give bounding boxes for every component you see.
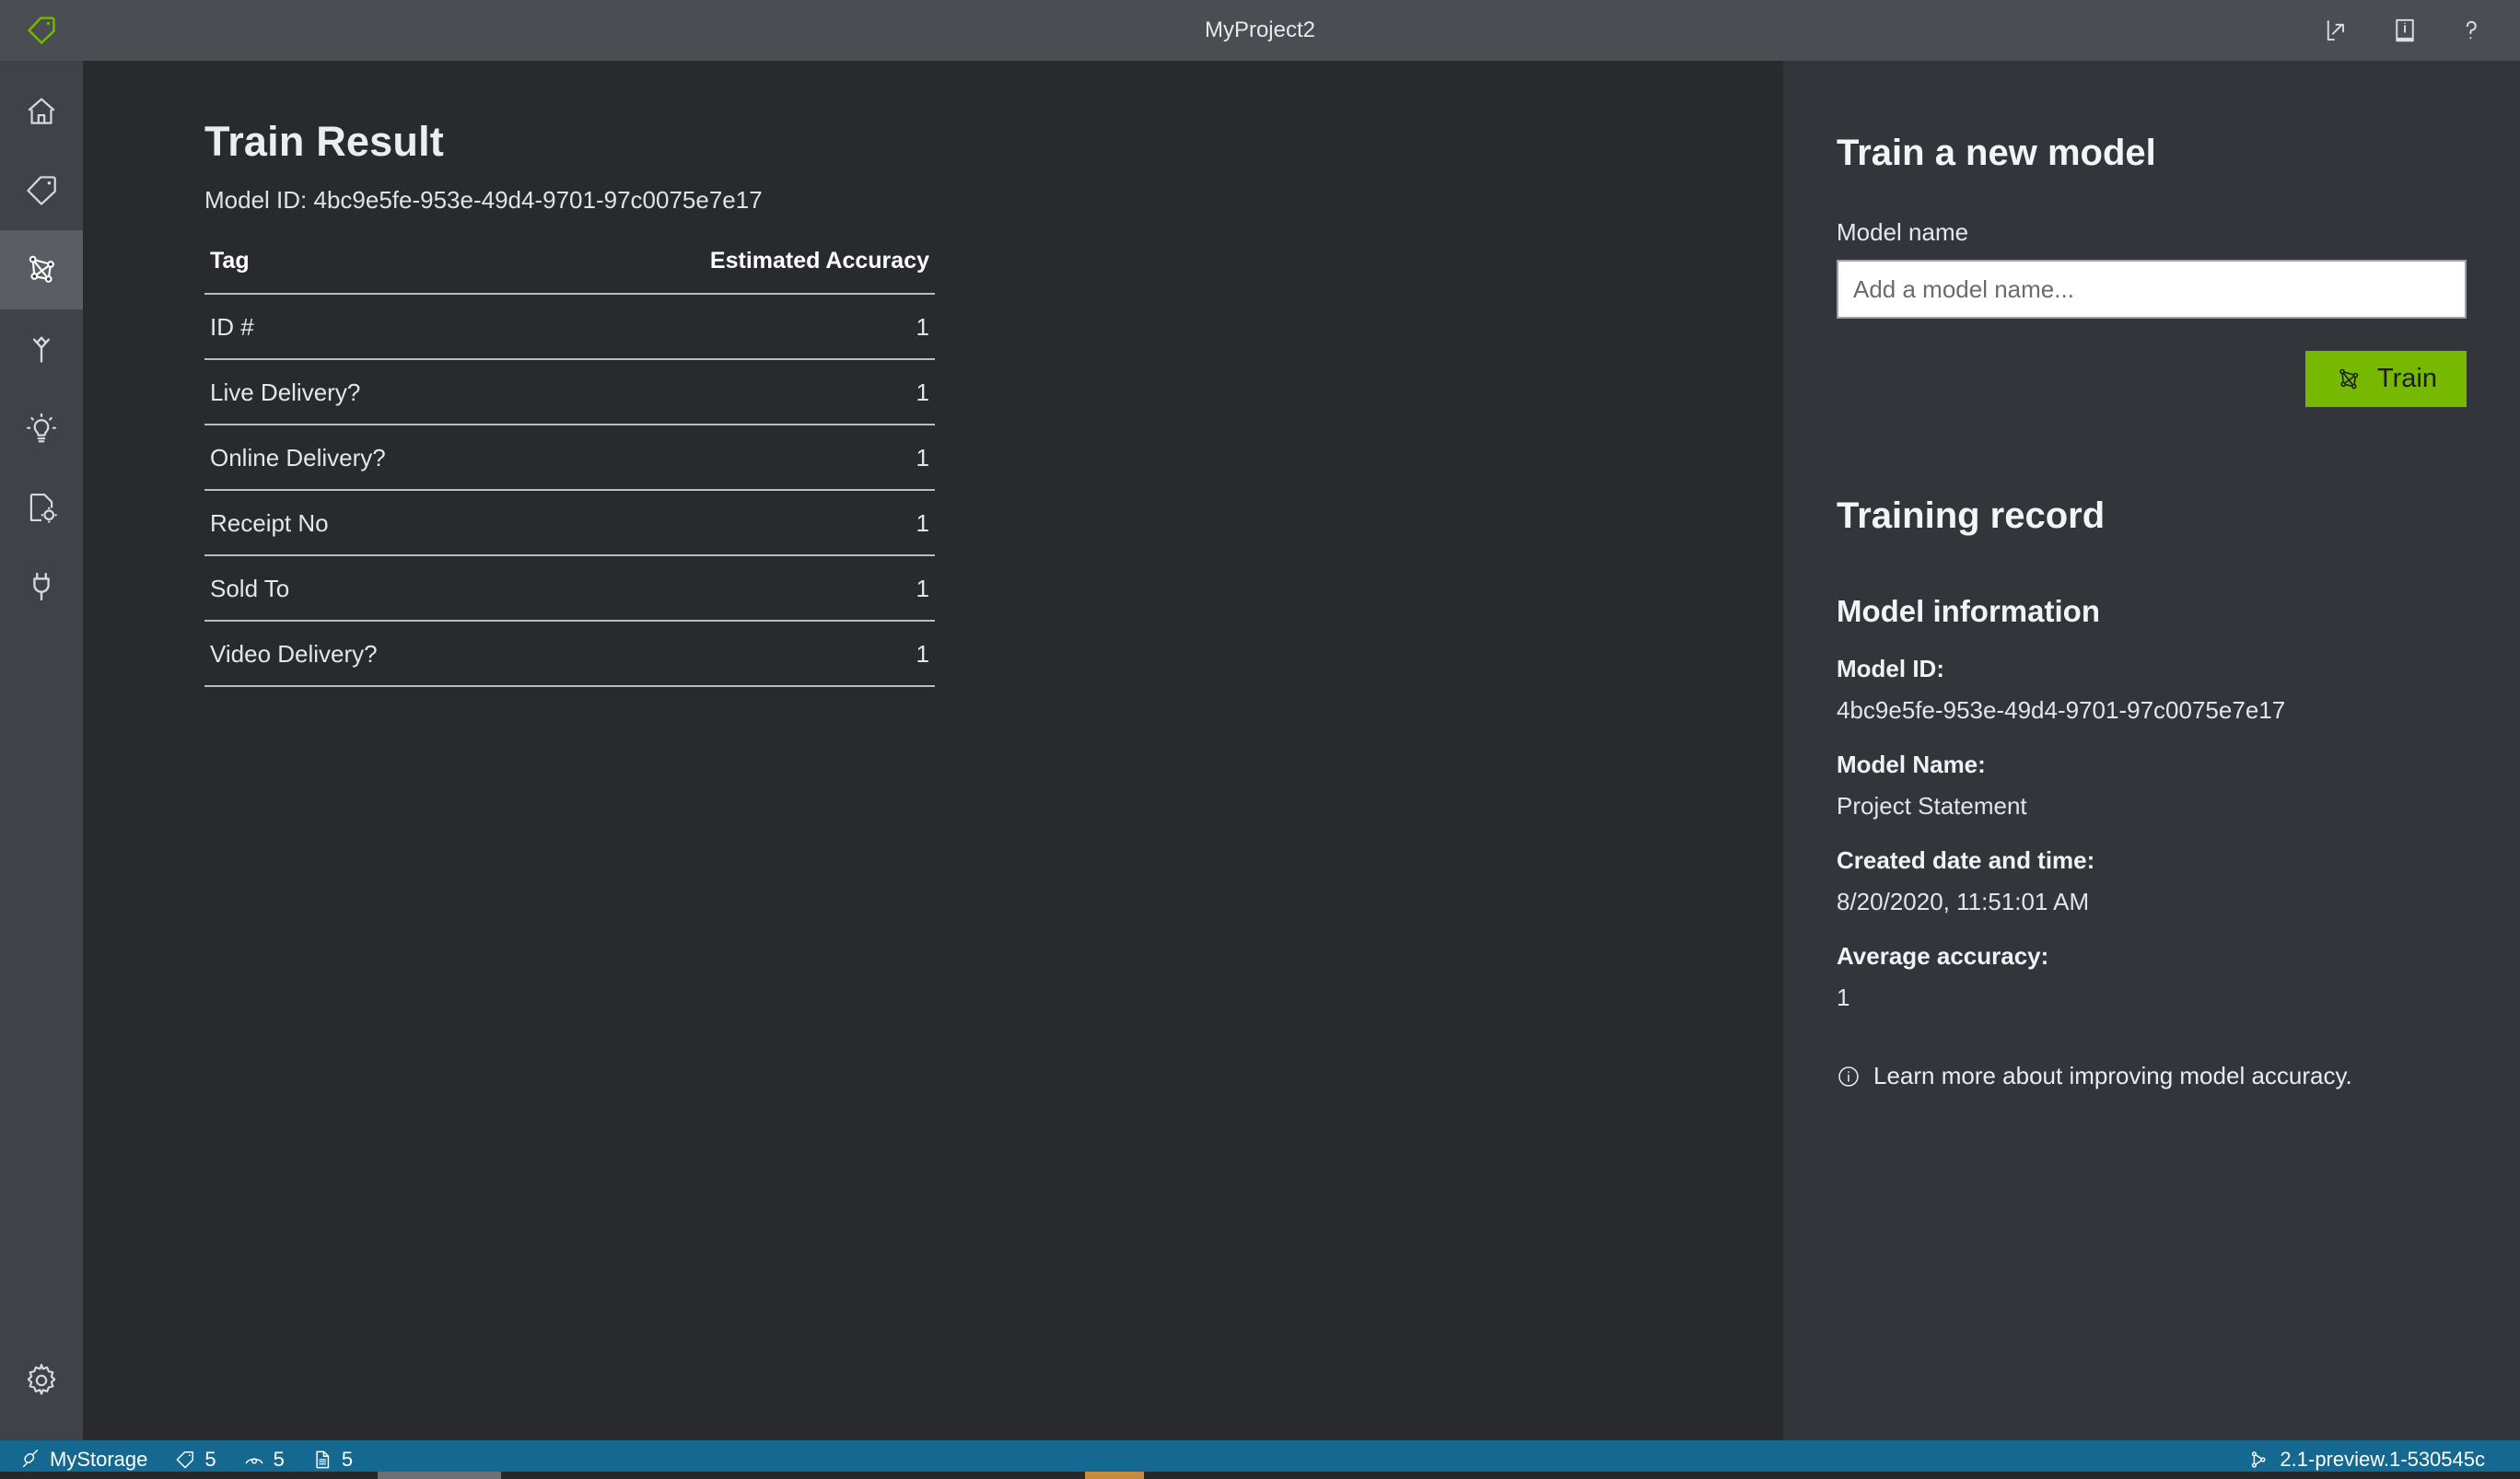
scroll-thumb-center[interactable] <box>1085 1472 1144 1479</box>
title-bar: MyProject2 <box>0 0 2520 61</box>
sidebar-item-home[interactable] <box>0 72 83 151</box>
sidebar-item-model-compose[interactable] <box>0 468 83 547</box>
cell-tag: Live Delivery? <box>204 359 532 425</box>
info-circle-icon <box>1837 1065 1861 1089</box>
status-visited-count-value: 5 <box>273 1448 285 1471</box>
scroll-thumb-left[interactable] <box>378 1472 501 1479</box>
status-version-label: 2.1-preview.1-530545c <box>2280 1448 2485 1471</box>
horizontal-scroll-strip <box>0 1472 2520 1479</box>
sidebar-nav <box>0 61 83 1440</box>
table-header-row: Tag Estimated Accuracy <box>204 248 935 295</box>
info-key-model-name: Model Name: <box>1837 751 1986 778</box>
cell-tag: Video Delivery? <box>204 621 532 687</box>
main-content: Train Result Model ID: 4bc9e5fe-953e-49d… <box>83 61 1783 1440</box>
model-name-label: Model name <box>1837 218 1969 246</box>
info-value-average-accuracy: 1 <box>1837 984 1850 1011</box>
sidebar-item-settings[interactable] <box>0 1341 83 1420</box>
cell-accuracy: 1 <box>531 621 935 687</box>
info-value-created-date: 8/20/2020, 11:51:01 AM <box>1837 888 2090 915</box>
sidebar-item-tag-editor[interactable] <box>0 151 83 230</box>
cell-accuracy: 1 <box>531 490 935 556</box>
train-result-table: Tag Estimated Accuracy ID # 1 Live Deliv… <box>204 248 935 687</box>
cell-accuracy: 1 <box>531 555 935 622</box>
sidebar-item-connections[interactable] <box>0 547 83 626</box>
learn-more-label: Learn more about improving model accurac… <box>1873 1062 2352 1089</box>
table-body: ID # 1 Live Delivery? 1 Online Delivery?… <box>204 294 935 687</box>
titlebar-actions <box>2323 15 2520 46</box>
cell-accuracy: 1 <box>531 359 935 425</box>
table-row: Live Delivery? 1 <box>204 359 935 425</box>
app-window: MyProject2 Train Result Model ID: 4bc9e5… <box>0 0 2520 1479</box>
status-connection[interactable]: MyStorage <box>20 1448 147 1472</box>
table-head: Tag Estimated Accuracy <box>204 248 935 295</box>
sidebar-item-train[interactable] <box>0 230 83 309</box>
cell-tag: Receipt No <box>204 490 532 556</box>
cell-accuracy: 1 <box>531 425 935 491</box>
eye-icon <box>244 1450 264 1470</box>
table-row: Sold To 1 <box>204 555 935 622</box>
page-title: Train Result <box>204 118 444 165</box>
status-tag-count[interactable]: 5 <box>175 1448 216 1472</box>
table-row: Receipt No 1 <box>204 490 935 556</box>
cell-tag: ID # <box>204 294 532 360</box>
info-key-created-date: Created date and time: <box>1837 846 2095 874</box>
plug-icon <box>20 1450 41 1470</box>
tag-icon <box>175 1450 195 1470</box>
status-version[interactable]: 2.1-preview.1-530545c <box>2248 1448 2485 1472</box>
cell-tag: Sold To <box>204 555 532 622</box>
document-icon <box>312 1450 332 1470</box>
training-record-heading: Training record <box>1837 495 2106 536</box>
status-document-count[interactable]: 5 <box>312 1448 353 1472</box>
status-document-count-value: 5 <box>341 1448 354 1471</box>
model-information-heading: Model information <box>1837 594 2100 628</box>
body-row: Train Result Model ID: 4bc9e5fe-953e-49d… <box>0 61 2520 1440</box>
train-button-row: Train <box>1837 351 2467 407</box>
table-row: ID # 1 <box>204 294 935 360</box>
documentation-icon[interactable] <box>2389 15 2421 46</box>
train-panel: Train a new model Model name Add a model… <box>1783 61 2520 1440</box>
sidebar-item-analyze[interactable] <box>0 389 83 468</box>
train-button[interactable]: Train <box>2305 351 2467 407</box>
table-row: Video Delivery? 1 <box>204 621 935 687</box>
share-icon[interactable] <box>2323 15 2354 46</box>
sidebar-item-compose[interactable] <box>0 309 83 389</box>
table-row: Online Delivery? 1 <box>204 425 935 491</box>
window-title: MyProject2 <box>1204 17 1316 42</box>
model-nodes-icon <box>2335 366 2362 393</box>
model-name-input[interactable] <box>1837 260 2467 319</box>
help-icon[interactable] <box>2456 15 2487 46</box>
learn-more-link[interactable]: Learn more about improving model accurac… <box>1837 1062 2467 1090</box>
model-id-line: Model ID: 4bc9e5fe-953e-49d4-9701-97c007… <box>204 186 763 214</box>
app-logo <box>0 0 83 61</box>
column-header-estimated-accuracy: Estimated Accuracy <box>531 248 935 295</box>
info-value-model-name: Project Statement <box>1837 792 2027 820</box>
info-key-model-id: Model ID: <box>1837 655 1944 682</box>
status-connection-label: MyStorage <box>50 1448 148 1471</box>
status-tag-count-value: 5 <box>204 1448 216 1471</box>
train-button-label: Train <box>2377 364 2437 393</box>
cell-tag: Online Delivery? <box>204 425 532 491</box>
train-panel-heading: Train a new model <box>1837 133 2156 173</box>
branch-icon <box>2248 1450 2269 1470</box>
column-header-tag: Tag <box>204 248 532 295</box>
status-visited-count[interactable]: 5 <box>244 1448 285 1472</box>
cell-accuracy: 1 <box>531 294 935 360</box>
info-key-average-accuracy: Average accuracy: <box>1837 942 2049 970</box>
info-value-model-id: 4bc9e5fe-953e-49d4-9701-97c0075e7e17 <box>1837 696 2286 724</box>
